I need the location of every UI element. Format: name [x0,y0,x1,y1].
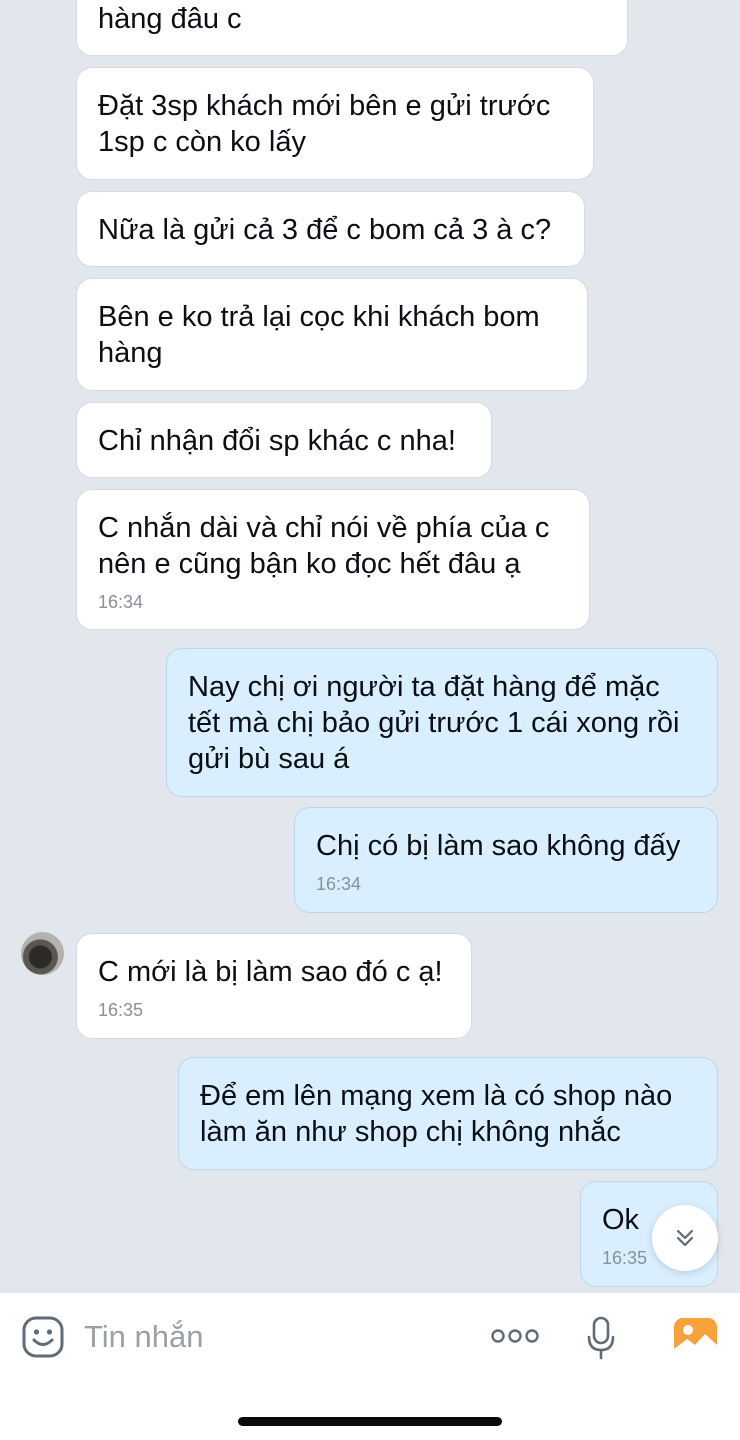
chat-area[interactable]: hàng đâu c Đặt 3sp khách mới bên e gửi t… [0,0,740,1293]
incoming-message[interactable]: Chỉ nhận đổi sp khác c nha! [76,402,492,478]
incoming-message[interactable]: hàng đâu c [76,0,628,56]
message-text: Bên e ko trả lại cọc khi khách bom hàng [98,301,540,369]
outgoing-message[interactable]: Để em lên mạng xem là có shop nào làm ăn… [178,1057,718,1170]
message-text: Chỉ nhận đổi sp khác c nha! [98,425,456,457]
message-text: Nữa là gửi cả 3 để c bom cả 3 à c? [98,214,552,246]
message-text: Để em lên mạng xem là có shop nào làm ăn… [200,1080,673,1148]
message-text: Đặt 3sp khách mới bên e gửi trước 1sp c … [98,90,551,158]
message-text: Ok [602,1204,640,1236]
message-text: Chị có bị làm sao không đấy [316,830,681,862]
message-text: hàng đâu c [98,3,242,35]
message-text: C nhắn dài và chỉ nói về phía của c nên … [98,512,550,580]
sender-avatar[interactable] [21,932,64,975]
incoming-message[interactable]: Đặt 3sp khách mới bên e gửi trước 1sp c … [76,67,594,180]
message-input[interactable] [84,1314,444,1360]
message-time: 16:35 [98,1000,144,1020]
incoming-message[interactable]: C nhắn dài và chỉ nói về phía của c nên … [76,489,590,630]
outgoing-message[interactable]: Chị có bị làm sao không đấy 16:34 [294,807,718,913]
microphone-icon[interactable] [586,1316,616,1360]
incoming-message[interactable]: C mới là bị làm sao đó c ạ! 16:35 [76,933,472,1039]
more-options-icon[interactable] [490,1326,540,1346]
message-text: C mới là bị làm sao đó c ạ! [98,956,443,988]
home-indicator[interactable] [238,1417,502,1426]
outgoing-message[interactable]: Nay chị ơi người ta đặt hàng để mặc tết … [166,648,718,797]
message-time: 16:34 [316,874,362,894]
message-text: Nay chị ơi người ta đặt hàng để mặc tết … [188,671,680,775]
smiley-sticker-icon[interactable] [22,1316,64,1358]
double-chevron-down-icon [676,1229,694,1247]
message-time: 16:34 [98,592,144,612]
incoming-message[interactable]: Bên e ko trả lại cọc khi khách bom hàng [76,278,588,391]
incoming-message[interactable]: Nữa là gửi cả 3 để c bom cả 3 à c? [76,191,585,267]
scroll-to-bottom-button[interactable] [652,1205,718,1271]
photo-gallery-icon[interactable] [673,1317,718,1357]
